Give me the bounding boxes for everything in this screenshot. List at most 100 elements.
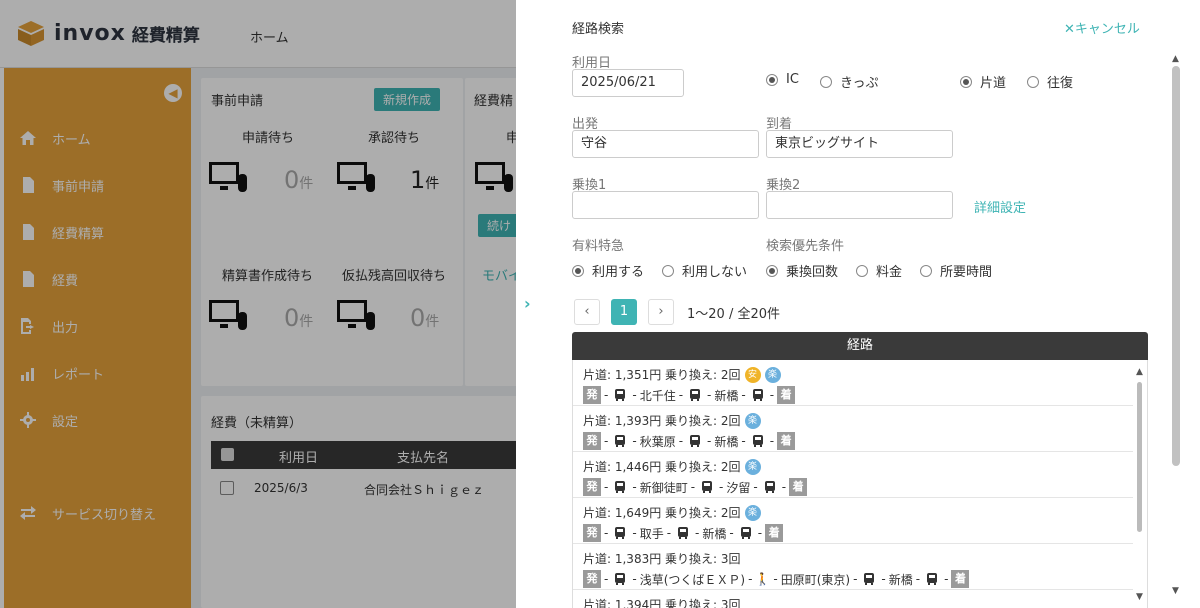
route-summary: 片道: 1,394円 乗り換え: 3回 (583, 598, 741, 608)
train-icon (613, 434, 627, 448)
priority-label: 検索優先条件 (766, 239, 845, 254)
radio-express-use[interactable]: 利用する (572, 261, 644, 280)
pager-page-1[interactable]: 1 (611, 299, 637, 325)
station-name: 秋葉原 (639, 434, 676, 449)
chevron-left-icon: ‹ (584, 304, 590, 319)
route-item[interactable]: 片道: 1,394円 乗り換え: 3回 (573, 590, 1133, 608)
radio-label: IC (786, 72, 799, 87)
station-name: 新橋 (702, 526, 727, 541)
radio-oneway[interactable]: 片道 (960, 72, 1006, 91)
route-item[interactable]: 片道: 1,383円 乗り換え: 3回 発- - 浅草(つくばＥＸＰ) - 🚶 - … (573, 544, 1133, 590)
station-name: 新橋 (714, 388, 739, 403)
end-tag: 着 (765, 524, 784, 542)
route-summary: 片道: 1,649円 乗り換え: 2回 (583, 506, 741, 520)
to-input[interactable]: 東京ビッグサイト (766, 130, 953, 158)
station-name: 汐留 (726, 480, 751, 495)
route-summary: 片道: 1,383円 乗り換え: 3回 (583, 552, 741, 566)
pager-prev-button[interactable]: ‹ (574, 299, 600, 325)
end-tag: 着 (777, 432, 796, 450)
detail-settings-link[interactable]: 詳細設定 (974, 197, 1026, 216)
route-list: 片道: 1,351円 乗り換え: 2回安楽 発- - 北千住 - - 新橋 - - … (572, 360, 1148, 608)
station-name: 北千住 (639, 388, 676, 403)
radio-label: きっぷ (840, 76, 879, 91)
panel-title: 経路検索 (572, 22, 625, 37)
cheap-badge: 安 (744, 366, 761, 383)
radio-dot (856, 264, 868, 277)
end-tag: 着 (777, 386, 796, 404)
station-name: 田原町(東京) (780, 572, 851, 587)
station-name: 新橋 (714, 434, 739, 449)
end-tag: 着 (789, 478, 808, 496)
station-name: 新御徒町 (639, 480, 688, 495)
radio-dot (960, 75, 972, 88)
pager-next-button[interactable]: › (648, 299, 674, 325)
cancel-button[interactable]: ✕キャンセル (1064, 18, 1140, 37)
station-name: 取手 (639, 526, 664, 541)
radio-dot (820, 75, 832, 88)
panel-collapse-strip[interactable]: › (516, 0, 544, 608)
close-icon: ✕ (1064, 22, 1075, 37)
express-label: 有料特急 (572, 239, 625, 254)
pager-info: 1〜20 / 全20件 (687, 307, 780, 322)
train-icon (688, 388, 702, 402)
radio-dot (1027, 75, 1039, 88)
radio-label: 往復 (1047, 76, 1074, 91)
cancel-label: キャンセル (1074, 22, 1140, 37)
start-tag: 発 (583, 432, 601, 450)
via2-input[interactable] (766, 191, 953, 219)
start-tag: 発 (583, 386, 601, 404)
radio-dot (766, 73, 778, 86)
via1-input[interactable] (572, 191, 759, 219)
radio-label: 利用する (592, 265, 645, 280)
radio-label: 料金 (876, 265, 903, 280)
from-input[interactable]: 守谷 (572, 130, 759, 158)
radio-label: 所要時間 (940, 265, 993, 280)
route-item[interactable]: 片道: 1,446円 乗り換え: 2回楽 発- - 新御徒町 - - 汐留 - - … (573, 452, 1133, 498)
radio-dot (572, 264, 584, 277)
train-icon (613, 388, 627, 402)
route-table-header: 経路 (572, 332, 1148, 360)
start-tag: 発 (583, 478, 601, 496)
train-icon (751, 388, 765, 402)
train-icon (613, 526, 627, 540)
walk-icon: 🚶 (755, 572, 771, 586)
easy-badge: 楽 (744, 458, 761, 475)
end-tag: 着 (951, 570, 970, 588)
easy-badge: 楽 (744, 504, 761, 521)
radio-label: 利用しない (682, 265, 748, 280)
route-search-panel: 経路検索 ✕キャンセル 利用日 2025/06/21 IC きっぷ 片道 往復 … (544, 0, 1200, 608)
route-item[interactable]: 片道: 1,393円 乗り換え: 2回楽 発- - 秋葉原 - - 新橋 - - 着 (573, 406, 1133, 452)
date-input[interactable]: 2025/06/21 (572, 69, 684, 97)
radio-ic[interactable]: IC (766, 72, 799, 87)
route-item[interactable]: 片道: 1,649円 乗り換え: 2回楽 発- - 取手 - - 新橋 - - 着 (573, 498, 1133, 544)
train-icon (739, 526, 753, 540)
route-item[interactable]: 片道: 1,351円 乗り換え: 2回安楽 発- - 北千住 - - 新橋 - - … (573, 360, 1133, 406)
route-list-scrollbar[interactable] (1137, 382, 1142, 532)
panel-scroll-down-icon[interactable]: ▼ (1172, 586, 1179, 596)
chevron-right-icon[interactable]: › (524, 294, 531, 313)
train-icon (613, 572, 627, 586)
train-icon (613, 480, 627, 494)
radio-dot (662, 264, 674, 277)
radio-roundtrip[interactable]: 往復 (1027, 72, 1073, 91)
station-name: 浅草(つくばＥＸＰ) (639, 572, 746, 587)
radio-express-nouse[interactable]: 利用しない (662, 261, 747, 280)
list-scroll-up-icon[interactable]: ▲ (1136, 367, 1143, 377)
radio-kippu[interactable]: きっぷ (820, 72, 878, 91)
start-tag: 発 (583, 524, 601, 542)
station-name: 新橋 (888, 572, 913, 587)
radio-prio-time[interactable]: 所要時間 (920, 261, 992, 280)
panel-scrollbar[interactable] (1172, 66, 1180, 466)
train-icon (925, 572, 939, 586)
easy-badge: 楽 (764, 366, 781, 383)
modal-overlay[interactable] (0, 0, 516, 608)
train-icon (763, 480, 777, 494)
list-scroll-down-icon[interactable]: ▼ (1136, 592, 1143, 602)
train-icon (700, 480, 714, 494)
radio-prio-transfer[interactable]: 乗換回数 (766, 261, 838, 280)
chevron-right-icon: › (658, 304, 664, 319)
radio-prio-fare[interactable]: 料金 (856, 261, 902, 280)
route-summary: 片道: 1,393円 乗り換え: 2回 (583, 414, 741, 428)
panel-scroll-up-icon[interactable]: ▲ (1172, 54, 1179, 64)
radio-label: 片道 (980, 76, 1007, 91)
